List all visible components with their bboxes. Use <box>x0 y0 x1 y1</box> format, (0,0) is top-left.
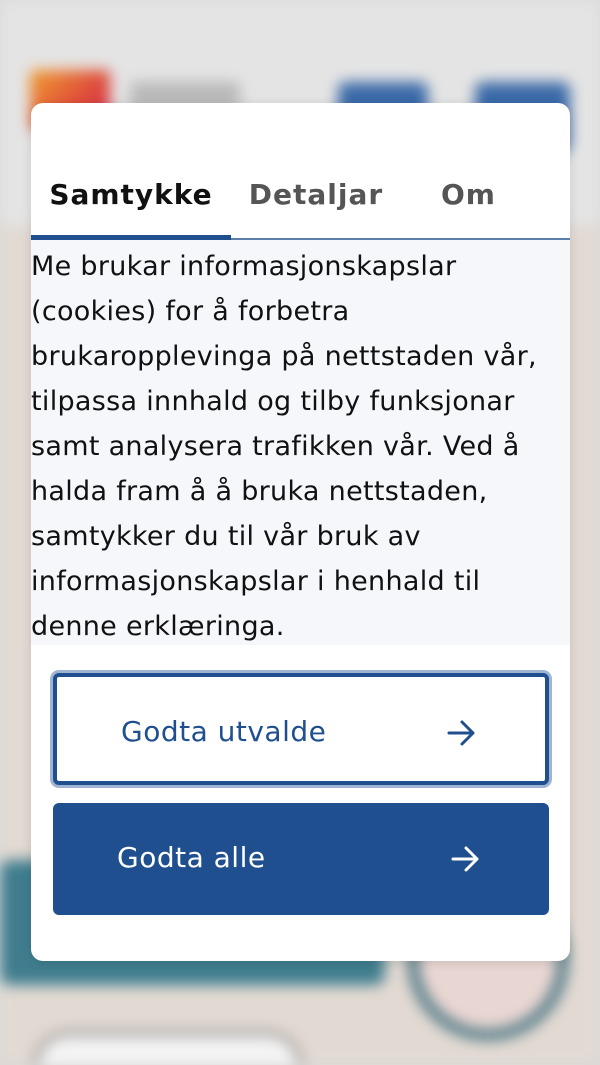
accept-all-button[interactable]: Godta alle <box>53 803 549 915</box>
consent-text-panel: Me brukar informasjonskapslar (cookies) … <box>31 240 570 645</box>
background-pill-button <box>34 1032 302 1065</box>
arrow-right-icon <box>451 846 479 872</box>
tab-detaljar[interactable]: Detaljar <box>231 175 401 215</box>
consent-tabs: Samtykke Detaljar Om <box>31 103 570 240</box>
cookie-consent-dialog: Samtykke Detaljar Om Me brukar informasj… <box>31 103 570 961</box>
accept-selected-label: Godta utvalde <box>121 715 327 748</box>
tab-om[interactable]: Om <box>401 175 536 215</box>
tab-samtykke[interactable]: Samtykke <box>31 175 231 215</box>
consent-description: Me brukar informasjonskapslar (cookies) … <box>31 251 537 642</box>
arrow-right-icon <box>447 720 475 746</box>
accept-selected-button[interactable]: Godta utvalde <box>53 673 549 785</box>
accept-all-label: Godta alle <box>117 841 266 874</box>
